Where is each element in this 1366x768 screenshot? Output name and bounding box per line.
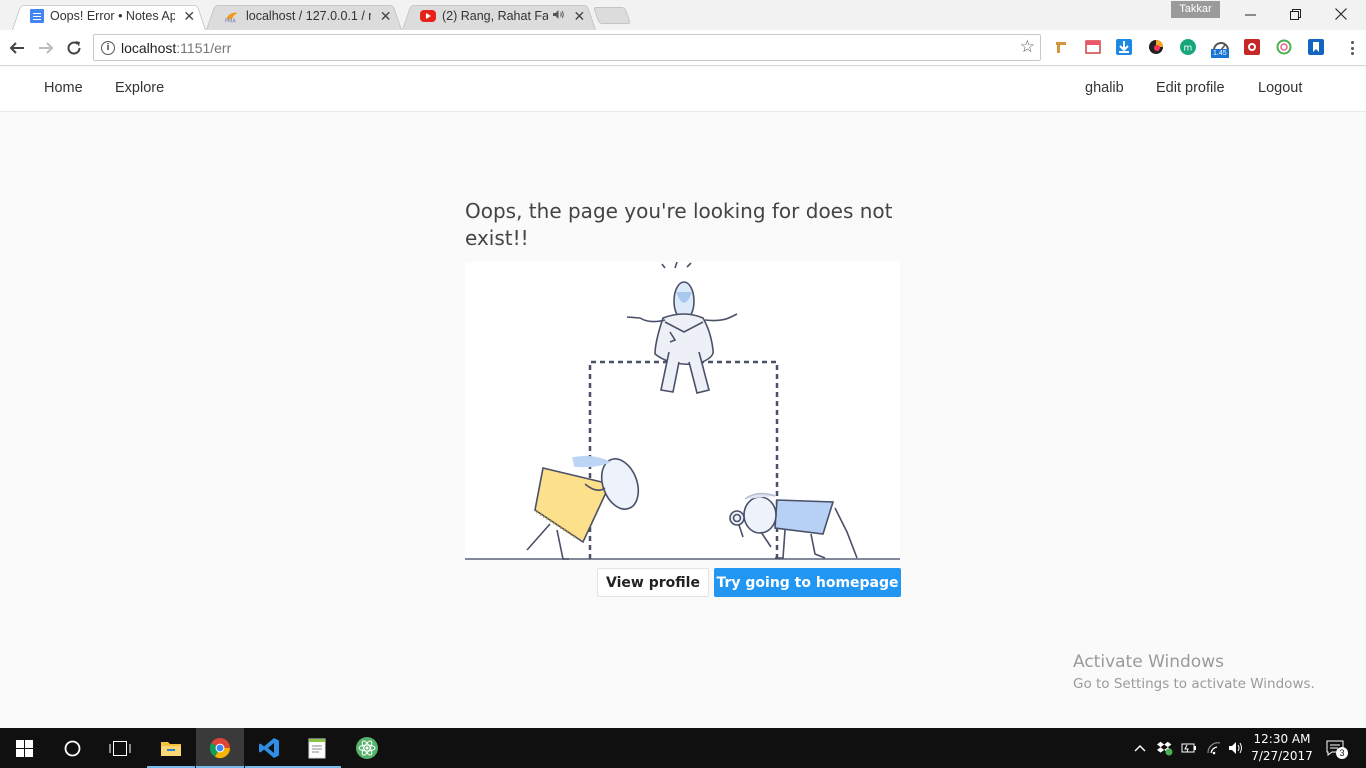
error-message: Oops, the page you're looking for does n… <box>465 199 893 250</box>
svg-text:PMA: PMA <box>225 19 236 24</box>
browser-toolbar: i localhost:1151/err ☆ m 1.45 <box>0 30 1366 66</box>
activate-windows-watermark: Activate Windows Go to Settings to activ… <box>1073 652 1315 692</box>
forward-button[interactable] <box>35 37 57 59</box>
vscode-icon <box>259 738 279 758</box>
reload-icon <box>67 41 81 55</box>
extension-icon[interactable] <box>1085 39 1101 55</box>
address-bar[interactable]: i localhost:1151/err ☆ <box>93 34 1041 61</box>
system-clock[interactable]: 12:30 AM 7/27/2017 <box>1244 731 1320 765</box>
chrome-menu-button[interactable] <box>1344 39 1360 57</box>
extension-icon[interactable] <box>1244 39 1260 55</box>
phpmyadmin-icon: PMA <box>224 9 240 25</box>
tab-title: localhost / 127.0.0.1 / no <box>246 9 372 23</box>
app-navbar: Home Explore ghalib Edit profile Logout <box>0 67 1366 112</box>
battery-icon[interactable] <box>1181 740 1197 756</box>
tab-youtube[interactable]: (2) Rang, Rahat Fateh ✕ <box>402 2 596 30</box>
url-text: localhost:1151/err <box>121 40 231 56</box>
minimize-button[interactable] <box>1227 0 1273 28</box>
nav-explore-link[interactable]: Explore <box>115 80 164 96</box>
info-icon[interactable]: i <box>101 40 115 55</box>
youtube-icon <box>420 10 436 22</box>
close-window-button[interactable] <box>1318 0 1364 28</box>
clock-date: 7/27/2017 <box>1251 749 1313 763</box>
extension-icon[interactable] <box>1053 39 1069 55</box>
homepage-button[interactable]: Try going to homepage <box>714 568 901 597</box>
windows-taskbar: 12:30 AM 7/27/2017 3 <box>0 728 1366 768</box>
windows-logo-icon <box>15 739 33 757</box>
watermark-subtitle: Go to Settings to activate Windows. <box>1073 676 1315 692</box>
tab-phpmyadmin[interactable]: PMA localhost / 127.0.0.1 / no ✕ <box>206 2 402 30</box>
document-icon <box>30 9 44 23</box>
dropbox-icon[interactable] <box>1157 740 1173 756</box>
profile-badge[interactable]: Takkar <box>1171 1 1220 18</box>
restore-icon <box>1289 8 1301 20</box>
clock-time: 12:30 AM <box>1253 732 1311 746</box>
tab-notes-app[interactable]: Oops! Error • Notes App ✕ <box>12 2 206 30</box>
nav-home-link[interactable]: Home <box>44 80 83 96</box>
taskbar-file-explorer[interactable] <box>147 728 195 768</box>
speaker-icon[interactable] <box>552 9 565 23</box>
taskbar-chrome[interactable] <box>196 728 244 768</box>
taskbar-vscode[interactable] <box>245 728 293 768</box>
new-tab-button[interactable] <box>592 7 632 24</box>
task-view-icon <box>109 740 131 756</box>
minimize-icon <box>1244 14 1256 15</box>
speed-extension-icon[interactable]: 1.45 <box>1211 39 1231 58</box>
view-profile-button[interactable]: View profile <box>597 568 709 597</box>
browser-tab-strip: Oops! Error • Notes App ✕ PMA localhost … <box>0 0 1366 30</box>
chrome-icon <box>209 738 231 759</box>
arrow-right-icon <box>39 42 54 54</box>
close-icon[interactable]: ✕ <box>379 8 392 25</box>
extension-icon[interactable] <box>1276 39 1292 55</box>
arrow-left-icon <box>9 42 24 54</box>
close-icon[interactable]: ✕ <box>573 8 586 25</box>
url-host: localhost <box>121 39 177 56</box>
folder-icon <box>161 742 181 756</box>
extension-icon[interactable] <box>1148 39 1164 55</box>
bookmark-star-icon[interactable]: ☆ <box>1020 37 1035 57</box>
close-icon <box>1335 8 1347 20</box>
task-view-button[interactable] <box>96 728 144 768</box>
taskbar-atom[interactable] <box>343 728 391 768</box>
action-center-button[interactable]: 3 <box>1325 740 1348 759</box>
cortana-icon <box>64 740 80 756</box>
extension-badge: 1.45 <box>1211 49 1229 58</box>
back-button[interactable] <box>6 37 28 59</box>
tab-title: Oops! Error • Notes App <box>50 9 175 23</box>
notepad-icon <box>308 738 326 759</box>
close-icon[interactable]: ✕ <box>183 8 196 25</box>
download-icon[interactable] <box>1116 39 1132 55</box>
extension-icon[interactable]: m <box>1180 39 1196 55</box>
svg-text:m: m <box>1184 44 1193 54</box>
taskbar-notepad-plus[interactable] <box>293 728 341 768</box>
not-found-illustration <box>465 261 900 560</box>
restore-button[interactable] <box>1272 0 1318 28</box>
atom-icon <box>356 737 378 759</box>
chevron-up-icon[interactable] <box>1132 740 1148 756</box>
reload-button[interactable] <box>63 37 85 59</box>
nav-username-link[interactable]: ghalib <box>1085 80 1124 96</box>
url-path: :1151/err <box>176 39 232 56</box>
start-button[interactable] <box>0 728 48 768</box>
nav-edit-profile-link[interactable]: Edit profile <box>1156 80 1225 96</box>
search-button[interactable] <box>48 728 96 768</box>
tab-title: (2) Rang, Rahat Fateh <box>442 9 548 23</box>
nav-logout-link[interactable]: Logout <box>1258 80 1302 96</box>
bookmark-extension-icon[interactable] <box>1308 39 1324 55</box>
watermark-title: Activate Windows <box>1073 652 1224 672</box>
notification-count-badge: 3 <box>1336 747 1348 759</box>
volume-icon[interactable] <box>1228 740 1244 756</box>
wifi-icon[interactable] <box>1206 740 1222 756</box>
